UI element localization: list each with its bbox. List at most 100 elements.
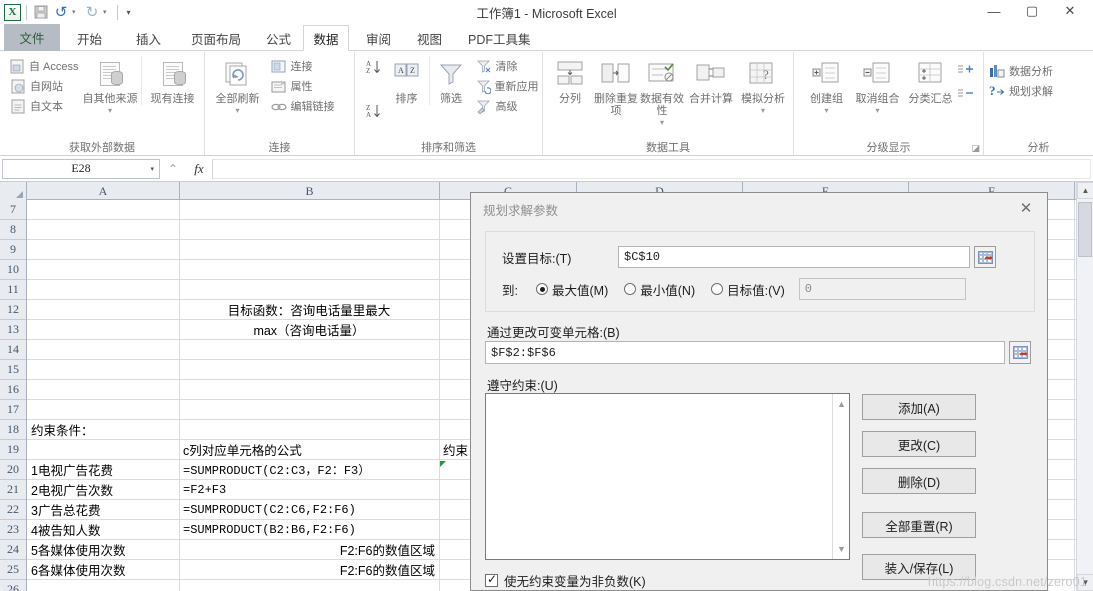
group-dropdown-icon[interactable]: ▾ bbox=[824, 105, 828, 117]
row-header[interactable]: 8 bbox=[0, 220, 26, 240]
nonnegative-checkbox[interactable]: 使无约束变量为非负数(K) bbox=[485, 571, 646, 590]
row-header[interactable]: 25 bbox=[0, 560, 26, 580]
cell-A23[interactable]: 4被告知人数 bbox=[31, 520, 175, 539]
changing-cells-range-picker-button[interactable]: ➦ bbox=[1009, 341, 1031, 364]
connections-button[interactable]: 连接 bbox=[268, 57, 352, 75]
data-validation-button[interactable]: 数据有效性 ▾ bbox=[639, 56, 685, 129]
outline-dialog-launcher-icon[interactable]: ◪ bbox=[971, 143, 980, 154]
collapse-formula-bar-icon[interactable]: ⌃ bbox=[160, 162, 186, 176]
row-header[interactable]: 22 bbox=[0, 500, 26, 520]
dialog-close-icon[interactable]: ✕ bbox=[1011, 197, 1041, 219]
scroll-down-button[interactable]: ▼ bbox=[1077, 574, 1093, 591]
what-if-analysis-button[interactable]: ? 模拟分析 ▾ bbox=[737, 56, 789, 117]
constraints-listbox[interactable]: ▲ ▼ bbox=[485, 393, 850, 560]
refresh-all-dropdown-icon[interactable]: ▾ bbox=[235, 105, 239, 117]
from-text-button[interactable]: 自文本 bbox=[7, 97, 79, 115]
from-web-button[interactable]: 自网站 bbox=[7, 77, 79, 95]
sort-button[interactable]: AZ 排序 bbox=[385, 56, 429, 105]
row-header[interactable]: 21 bbox=[0, 480, 26, 500]
row-header[interactable]: 10 bbox=[0, 260, 26, 280]
sort-ascending-button[interactable]: AZ bbox=[365, 58, 381, 76]
clear-filter-button[interactable]: 清除 bbox=[473, 57, 539, 75]
from-other-sources-dropdown-icon[interactable]: ▾ bbox=[108, 105, 112, 117]
radio-max[interactable]: 最大值(M) bbox=[536, 280, 608, 299]
subtotal-button[interactable]: 分类汇总 bbox=[905, 56, 957, 105]
delete-constraint-button[interactable]: 删除(D) bbox=[862, 468, 976, 494]
from-access-button[interactable]: 自 Access bbox=[7, 57, 79, 75]
cell-B20[interactable]: =SUMPRODUCT(C2:C3，F2：F3） bbox=[183, 460, 435, 479]
consolidate-button[interactable]: 合并计算 bbox=[685, 56, 737, 105]
reset-all-button[interactable]: 全部重置(R) bbox=[862, 512, 976, 538]
load-save-button[interactable]: 装入/保存(L) bbox=[862, 554, 976, 580]
cell-A18[interactable]: 约束条件： bbox=[31, 420, 175, 439]
column-header-b[interactable]: B bbox=[180, 182, 440, 200]
tab-pdf-tools[interactable]: PDF工具集 bbox=[457, 25, 542, 51]
tab-insert[interactable]: 插入 bbox=[125, 25, 172, 51]
radio-value-of[interactable]: 目标值:(V) bbox=[711, 280, 785, 299]
tab-review[interactable]: 审阅 bbox=[355, 25, 402, 51]
sort-descending-button[interactable]: ZA bbox=[365, 102, 381, 120]
ungroup-button[interactable]: 取消组合 ▾ bbox=[851, 56, 905, 117]
cell-A22[interactable]: 3广告总花费 bbox=[31, 500, 175, 519]
row-header[interactable]: 13 bbox=[0, 320, 26, 340]
edit-links-button[interactable]: 编辑链接 bbox=[268, 97, 352, 115]
dialog-title-bar[interactable]: 规划求解参数 bbox=[471, 193, 1047, 225]
existing-connections-button[interactable]: 现有连接 bbox=[141, 56, 203, 105]
minimize-button[interactable]: — bbox=[975, 0, 1013, 22]
row-header[interactable]: 12 bbox=[0, 300, 26, 320]
cell-B23[interactable]: =SUMPRODUCT(B2:B6,F2:F6) bbox=[183, 520, 435, 539]
advanced-filter-button[interactable]: 高级 bbox=[473, 97, 539, 115]
tab-formulas[interactable]: 公式 bbox=[255, 25, 302, 51]
constraints-scroll-up-icon[interactable]: ▲ bbox=[833, 396, 850, 412]
row-header[interactable]: 19 bbox=[0, 440, 26, 460]
cell-A25[interactable]: 6各媒体使用次数 bbox=[31, 560, 175, 579]
row-header[interactable]: 20 bbox=[0, 460, 26, 480]
solver-button[interactable]: ? 规划求解 bbox=[986, 82, 1091, 100]
radio-min[interactable]: 最小值(N) bbox=[624, 280, 695, 299]
scrollbar-thumb[interactable] bbox=[1078, 202, 1092, 257]
reapply-filter-button[interactable]: 重新应用 bbox=[473, 77, 539, 95]
show-detail-icon[interactable] bbox=[957, 62, 975, 80]
refresh-all-button[interactable]: 全部刷新 ▾ bbox=[208, 56, 268, 117]
tab-file[interactable]: 文件 bbox=[4, 24, 60, 51]
name-box[interactable]: E28 ▾ bbox=[2, 158, 160, 179]
remove-duplicates-button[interactable]: 删除重复项 bbox=[593, 56, 639, 117]
row-header[interactable]: 23 bbox=[0, 520, 26, 540]
row-header[interactable]: 16 bbox=[0, 380, 26, 400]
row-header[interactable]: 9 bbox=[0, 240, 26, 260]
add-constraint-button[interactable]: 添加(A) bbox=[862, 394, 976, 420]
group-button[interactable]: 创建组 ▾ bbox=[803, 56, 851, 117]
vertical-scrollbar[interactable]: ▲ ▼ bbox=[1076, 182, 1093, 591]
tab-data[interactable]: 数据 bbox=[303, 25, 349, 51]
what-if-analysis-dropdown-icon[interactable]: ▾ bbox=[761, 105, 765, 117]
cell-B22[interactable]: =SUMPRODUCT(C2:C6,F2:F6) bbox=[183, 500, 435, 519]
constraints-scroll-down-icon[interactable]: ▼ bbox=[833, 541, 850, 557]
cell-A24[interactable]: 5各媒体使用次数 bbox=[31, 540, 175, 559]
tab-page-layout[interactable]: 页面布局 bbox=[180, 25, 252, 51]
name-box-dropdown-icon[interactable]: ▾ bbox=[150, 165, 154, 173]
cell-A20[interactable]: 1电视广告花费 bbox=[31, 460, 175, 479]
cell-B24[interactable]: F2:F6的数值区域 bbox=[183, 540, 435, 559]
close-button[interactable]: ✕ bbox=[1051, 0, 1089, 22]
row-header[interactable]: 26 bbox=[0, 580, 26, 591]
filter-button[interactable]: 筛选 bbox=[428, 56, 473, 105]
data-analysis-button[interactable]: 数据分析 bbox=[986, 62, 1091, 80]
properties-button[interactable]: 属性 bbox=[268, 77, 352, 95]
hide-detail-icon[interactable] bbox=[957, 86, 975, 104]
cell-B12[interactable]: 目标函数：咨询电话量里最大 bbox=[183, 300, 435, 319]
column-header-a[interactable]: A bbox=[27, 182, 180, 200]
maximize-button[interactable]: ▢ bbox=[1013, 0, 1051, 22]
change-constraint-button[interactable]: 更改(C) bbox=[862, 431, 976, 457]
row-header[interactable]: 15 bbox=[0, 360, 26, 380]
row-header[interactable]: 18 bbox=[0, 420, 26, 440]
row-header[interactable]: 7 bbox=[0, 200, 26, 220]
cell-B13[interactable]: max（咨询电话量） bbox=[183, 320, 435, 339]
tab-view[interactable]: 视图 bbox=[406, 25, 453, 51]
row-header[interactable]: 24 bbox=[0, 540, 26, 560]
objective-range-picker-button[interactable]: ➦ bbox=[974, 246, 996, 268]
insert-function-icon[interactable]: fx bbox=[186, 161, 212, 177]
row-header[interactable]: 11 bbox=[0, 280, 26, 300]
cell-B25[interactable]: F2:F6的数值区域 bbox=[183, 560, 435, 579]
scroll-up-button[interactable]: ▲ bbox=[1077, 182, 1093, 199]
select-all-corner[interactable] bbox=[0, 182, 27, 200]
